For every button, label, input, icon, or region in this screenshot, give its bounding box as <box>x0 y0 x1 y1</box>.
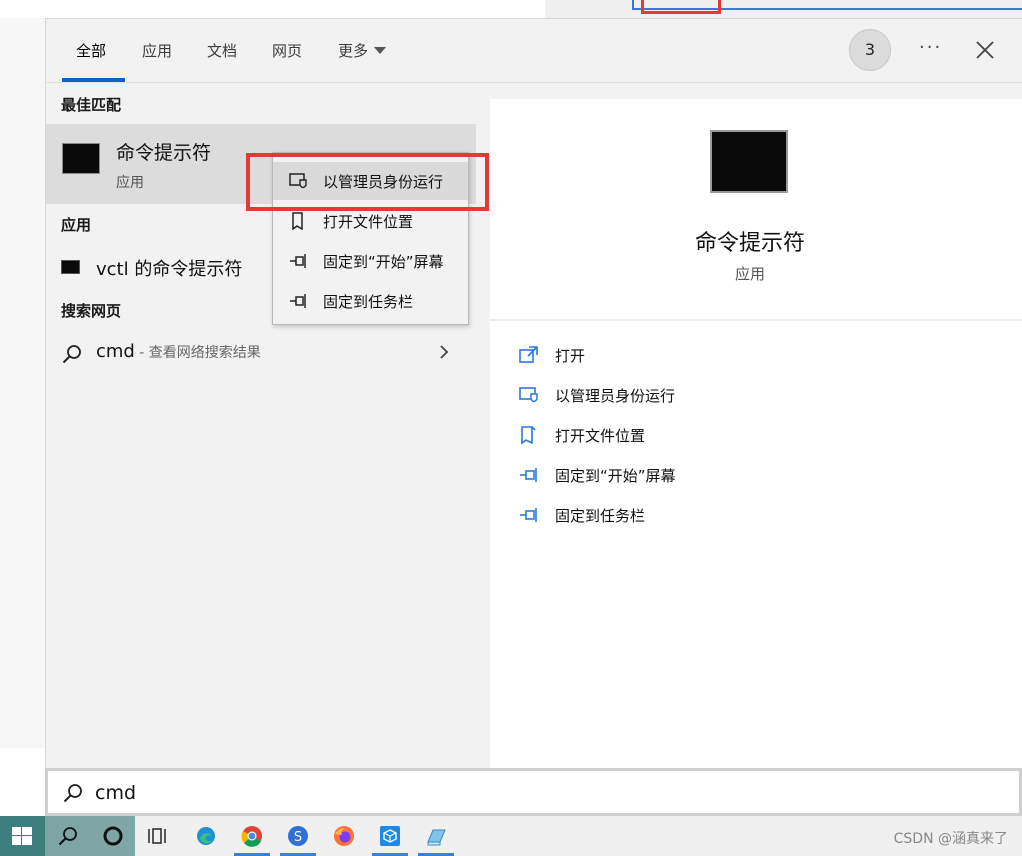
taskbar: S CSDN @涵真来了 <box>0 816 1022 856</box>
tab-all[interactable]: 全部 <box>76 39 106 63</box>
search-icon <box>62 345 81 364</box>
detail-pane: 命令提示符 应用 打开 以管理员身份运行 打开文件位置 固定到“开始”屏幕 固定… <box>490 99 1022 768</box>
tab-web[interactable]: 网页 <box>272 39 302 63</box>
search-icon <box>63 784 82 803</box>
web-hint: - 查看网络搜索结果 <box>134 345 261 361</box>
file-location-icon <box>521 426 536 445</box>
command-prompt-icon <box>61 260 80 274</box>
web-query-text: cmd - 查看网络搜索结果 <box>96 341 261 362</box>
search-box[interactable] <box>45 768 1022 816</box>
taskbar-app-sogou[interactable]: S <box>278 816 318 856</box>
chevron-down-icon <box>374 47 387 54</box>
action-run-as-admin-label: 以管理员身份运行 <box>555 387 676 405</box>
start-button[interactable] <box>0 816 45 856</box>
command-prompt-icon <box>62 143 100 174</box>
best-match-name: 命令提示符 <box>116 142 212 164</box>
edge-icon <box>197 827 215 845</box>
tab-documents[interactable]: 文档 <box>207 39 237 63</box>
taskbar-app-cube[interactable] <box>370 816 410 856</box>
menu-item-pin-to-taskbar[interactable]: 固定到任务栏 <box>273 282 468 320</box>
open-icon <box>519 346 538 363</box>
watermark-text: CSDN @涵真来了 <box>893 831 1008 847</box>
active-tab-indicator <box>62 78 125 82</box>
cortana-button[interactable] <box>91 816 135 856</box>
pin-icon <box>290 294 306 308</box>
background-desktop <box>0 18 45 748</box>
pin-icon <box>520 468 537 482</box>
background-red-highlight <box>641 0 721 14</box>
firefox-icon <box>334 826 354 846</box>
taskbar-app-edge[interactable] <box>186 816 226 856</box>
chevron-right-icon[interactable] <box>438 345 450 359</box>
search-icon <box>58 827 77 846</box>
web-search-heading: 搜索网页 <box>61 302 122 320</box>
more-options-icon[interactable]: ··· <box>919 37 942 58</box>
task-view-button[interactable] <box>137 816 177 856</box>
action-run-as-admin[interactable]: 以管理员身份运行 <box>518 381 818 411</box>
action-open-label: 打开 <box>555 347 586 365</box>
action-pin-to-start[interactable]: 固定到“开始”屏幕 <box>518 461 818 491</box>
background-desktop-bottom <box>0 748 45 816</box>
taskbar-search-button[interactable] <box>45 816 91 856</box>
apps-heading: 应用 <box>61 216 92 234</box>
command-prompt-large-icon <box>710 130 788 193</box>
pin-icon <box>290 254 306 268</box>
action-pin-to-taskbar-label: 固定到任务栏 <box>555 507 646 525</box>
taskbar-app-chrome[interactable] <box>232 816 272 856</box>
filter-tabbar: 全部 应用 文档 网页 更多 3 ··· <box>46 19 1022 83</box>
rewards-badge[interactable]: 3 <box>849 29 891 71</box>
detail-subtitle: 应用 <box>734 265 765 283</box>
search-input[interactable] <box>95 780 695 806</box>
annotation-highlight-box <box>246 153 489 211</box>
taskbar-app-firefox[interactable] <box>324 816 364 856</box>
sogou-icon: S <box>288 826 308 846</box>
taskbar-app-notepad[interactable] <box>416 816 456 856</box>
svg-text:S: S <box>294 830 302 845</box>
menu-item-label: 打开文件位置 <box>323 213 414 231</box>
action-pin-to-start-label: 固定到“开始”屏幕 <box>555 467 676 485</box>
detail-title: 命令提示符 <box>694 231 805 256</box>
web-search-result[interactable]: cmd - 查看网络搜索结果 <box>46 333 476 373</box>
notepad-icon <box>427 829 446 846</box>
menu-item-pin-to-start[interactable]: 固定到“开始”屏幕 <box>273 242 468 280</box>
background-window <box>0 0 545 18</box>
divider <box>490 319 1022 321</box>
file-location-icon <box>292 212 303 230</box>
action-open[interactable]: 打开 <box>518 341 818 371</box>
menu-item-label: 固定到“开始”屏幕 <box>323 253 444 271</box>
tab-more[interactable]: 更多 <box>338 39 387 63</box>
best-match-type: 应用 <box>116 175 144 191</box>
pin-icon <box>520 508 537 522</box>
action-open-file-location[interactable]: 打开文件位置 <box>518 421 818 451</box>
cortana-icon <box>103 826 123 846</box>
tab-apps[interactable]: 应用 <box>142 39 172 63</box>
task-view-icon <box>148 828 166 844</box>
app-result-label: vctl 的命令提示符 <box>96 259 243 280</box>
windows-logo-icon <box>12 827 32 845</box>
menu-item-label: 固定到任务栏 <box>323 293 414 311</box>
tab-more-label: 更多 <box>338 42 369 60</box>
admin-shield-icon <box>519 387 538 403</box>
chrome-icon <box>241 826 262 847</box>
cube-app-icon <box>380 826 400 846</box>
best-match-heading: 最佳匹配 <box>61 96 122 114</box>
action-open-file-location-label: 打开文件位置 <box>555 427 646 445</box>
close-icon[interactable] <box>974 39 996 61</box>
web-query: cmd <box>96 341 135 362</box>
action-pin-to-taskbar[interactable]: 固定到任务栏 <box>518 501 818 531</box>
